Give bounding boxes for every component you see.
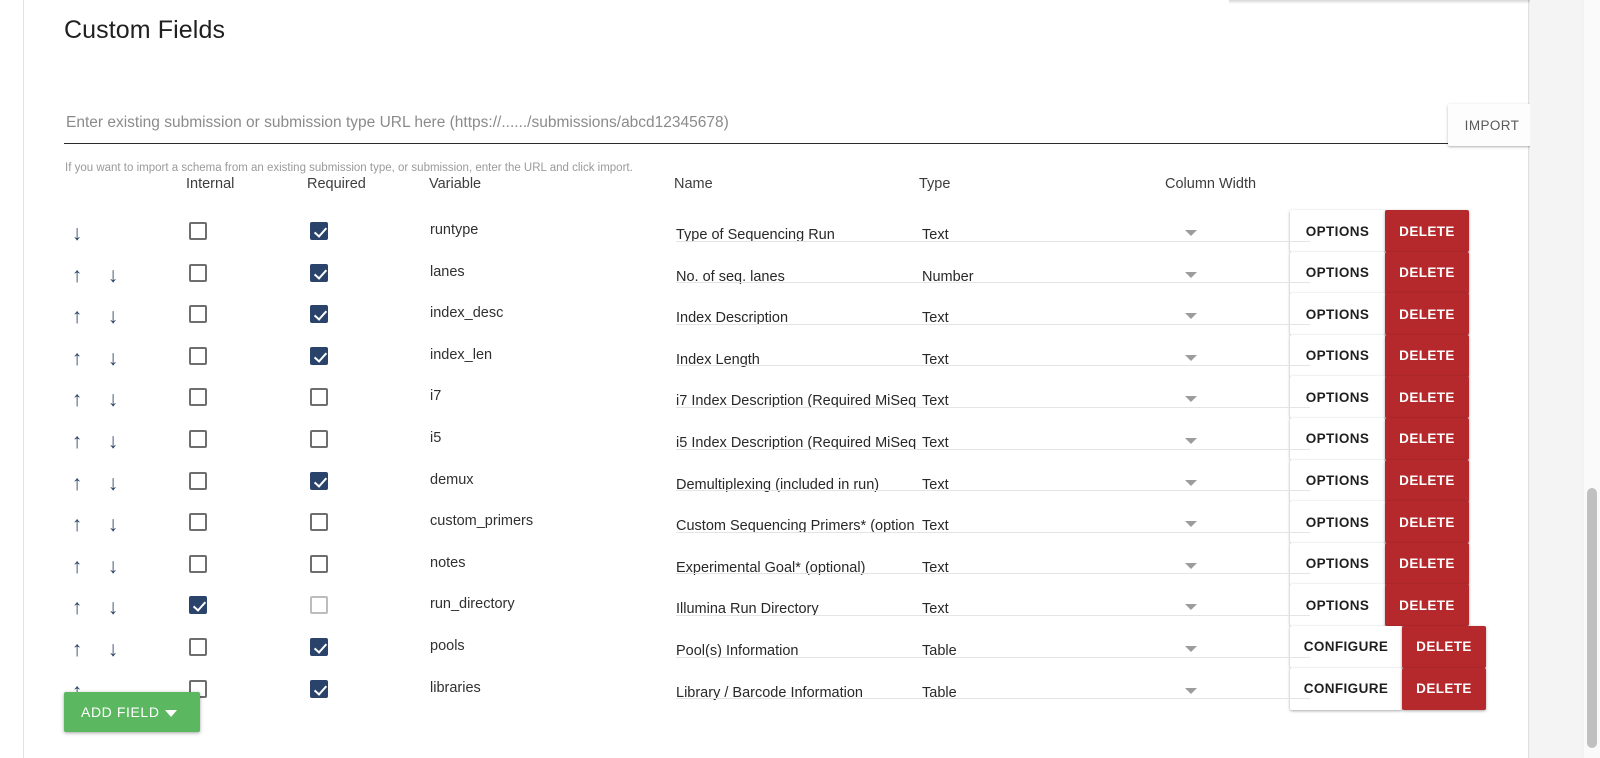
internal-checkbox[interactable] bbox=[189, 513, 207, 532]
top-edge-shadow bbox=[1229, 0, 1554, 4]
required-checkbox[interactable] bbox=[310, 596, 328, 615]
required-checkbox[interactable] bbox=[310, 637, 328, 656]
configure-button[interactable]: CONFIGURE bbox=[1290, 667, 1402, 710]
table-row: ↑ ↓ index_len Index Length Text OPTIONS DELETE bbox=[64, 325, 1514, 377]
table-row: ↑ ↓ i7 i7 Index Description (Required MiSeq… bbox=[64, 366, 1514, 419]
type-dropdown-chevron-icon[interactable] bbox=[1185, 687, 1197, 694]
variable-name: libraries bbox=[430, 679, 481, 696]
header-internal: Internal bbox=[186, 176, 235, 192]
header-column-width: Column Width bbox=[1165, 176, 1257, 192]
page-title: Custom Fields bbox=[64, 16, 226, 44]
table-row: ↑ ↓ pools Pool(s) Information Table CONFIGURE… bbox=[64, 616, 1514, 668]
table-row: ↑ ↓ notes Experimental Goal* (optional) Text… bbox=[64, 533, 1514, 585]
variable-name: lanes bbox=[430, 263, 465, 280]
table-row: ↑ ↓ custom_primers Custom Sequencing Primer… bbox=[64, 491, 1514, 544]
type-dropdown-chevron-icon[interactable] bbox=[1185, 479, 1197, 486]
table-row: ↓ runtype Type of Sequencing Run Text OPTION… bbox=[64, 200, 1514, 252]
internal-checkbox[interactable] bbox=[189, 554, 207, 573]
required-checkbox[interactable] bbox=[310, 554, 328, 573]
table-row: ↑ ↓ demux Demultiplexing (included in run) T… bbox=[64, 450, 1514, 502]
import-url-input[interactable] bbox=[64, 108, 1536, 144]
type-dropdown-chevron-icon[interactable] bbox=[1185, 562, 1197, 569]
variable-name: runtype bbox=[430, 222, 479, 238]
table-row: ↑librariesLibrary / Barcode InformationT… bbox=[64, 658, 1514, 710]
add-field-button[interactable]: ADD FIELD bbox=[64, 692, 200, 732]
variable-name: i5 bbox=[430, 429, 442, 446]
header-type: Type bbox=[919, 176, 951, 192]
required-checkbox[interactable] bbox=[310, 222, 328, 240]
type-dropdown-chevron-icon[interactable] bbox=[1185, 313, 1197, 320]
table-row: ↑ ↓ i5 i5 Index Description (Required MiSeq… bbox=[64, 408, 1514, 460]
import-hint-text: If you want to import a schema from an e… bbox=[65, 162, 633, 174]
table-body: ↓ runtype Type of Sequencing Run Text OPTION… bbox=[64, 200, 1514, 710]
table-header-row: Internal Required Variable Name Type Col… bbox=[64, 176, 1514, 200]
internal-checkbox[interactable] bbox=[189, 263, 207, 282]
required-checkbox[interactable] bbox=[310, 429, 328, 448]
delete-button[interactable]: DELETE bbox=[1402, 667, 1486, 710]
required-checkbox[interactable] bbox=[310, 471, 328, 490]
required-checkbox[interactable] bbox=[310, 388, 328, 407]
table-row: ↑ ↓ lanes No. of seq. lanes Number OPTIONS DEL… bbox=[64, 242, 1514, 294]
type-dropdown-chevron-icon[interactable] bbox=[1185, 354, 1197, 361]
internal-checkbox[interactable] bbox=[189, 637, 207, 656]
internal-checkbox[interactable] bbox=[189, 346, 207, 365]
required-checkbox[interactable] bbox=[310, 346, 328, 365]
variable-name: index_len bbox=[430, 346, 493, 363]
custom-fields-panel: Custom Fields IMPORT If you want to impo… bbox=[24, 0, 1554, 758]
import-button[interactable]: IMPORT bbox=[1448, 104, 1536, 146]
internal-checkbox[interactable] bbox=[189, 222, 207, 240]
internal-checkbox[interactable] bbox=[189, 305, 207, 324]
type-dropdown-chevron-icon[interactable] bbox=[1185, 271, 1197, 278]
type-dropdown-chevron-icon[interactable] bbox=[1185, 396, 1197, 403]
row-divider bbox=[676, 698, 1310, 700]
right-background-strip bbox=[1530, 0, 1582, 758]
header-name: Name bbox=[674, 176, 713, 192]
variable-name: demux bbox=[430, 471, 474, 488]
type-dropdown-chevron-icon[interactable] bbox=[1185, 521, 1197, 528]
internal-checkbox[interactable] bbox=[189, 388, 207, 407]
internal-checkbox[interactable] bbox=[189, 471, 207, 490]
app-root: Custom Fields IMPORT If you want to impo… bbox=[0, 0, 1600, 758]
field-name[interactable]: Library / Barcode Information bbox=[676, 685, 922, 705]
type-dropdown-chevron-icon[interactable] bbox=[1185, 604, 1197, 611]
internal-checkbox[interactable] bbox=[189, 596, 207, 615]
variable-name: run_directory bbox=[430, 596, 515, 613]
variable-name: custom_primers bbox=[430, 513, 534, 530]
left-gutter bbox=[0, 0, 24, 758]
required-checkbox[interactable] bbox=[310, 263, 328, 282]
required-checkbox[interactable] bbox=[310, 513, 328, 532]
table-row: ↑ ↓ index_desc Index Description Text OPTIONS… bbox=[64, 283, 1514, 336]
variable-name: notes bbox=[430, 554, 466, 571]
import-input-wrapper bbox=[64, 108, 1536, 152]
page-scrollbar-thumb[interactable] bbox=[1587, 488, 1597, 748]
required-checkbox[interactable] bbox=[310, 679, 328, 698]
variable-name: i7 bbox=[430, 388, 442, 405]
variable-name: pools bbox=[430, 637, 465, 654]
table-row: ↑ ↓ run_directory Illumina Run Directory Tex… bbox=[64, 574, 1514, 627]
internal-checkbox[interactable] bbox=[189, 429, 207, 448]
type-dropdown-chevron-icon[interactable] bbox=[1185, 437, 1197, 444]
type-dropdown-chevron-icon[interactable] bbox=[1185, 230, 1197, 236]
header-required: Required bbox=[307, 176, 366, 192]
variable-name: index_desc bbox=[430, 305, 504, 322]
type-dropdown-chevron-icon[interactable] bbox=[1185, 645, 1197, 652]
required-checkbox[interactable] bbox=[310, 305, 328, 324]
custom-fields-table: Internal Required Variable Name Type Col… bbox=[64, 176, 1514, 710]
header-variable: Variable bbox=[429, 176, 482, 192]
